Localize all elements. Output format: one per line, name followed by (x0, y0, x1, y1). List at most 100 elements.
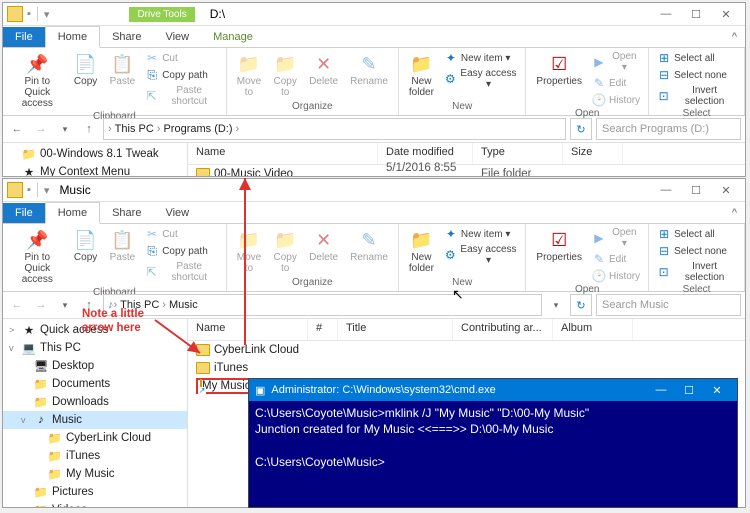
col-name[interactable]: Name (188, 143, 378, 164)
minimize-button[interactable]: — (651, 4, 681, 24)
tab-home[interactable]: Home (45, 26, 100, 48)
copy-button[interactable]: 📄Copy (70, 226, 102, 265)
tree-node[interactable]: >★Quick access (3, 321, 187, 339)
qat-dropdown[interactable]: ▾ (44, 8, 50, 21)
paste-button[interactable]: 📋Paste (106, 50, 140, 89)
nav-tree[interactable]: 📁00-Windows 8.1 Tweak★My Context Menu>💻T… (3, 143, 188, 176)
copy-path-button[interactable]: ⎘Copy path (143, 67, 220, 83)
copy-button[interactable]: 📄Copy (70, 50, 102, 89)
select-none-button[interactable]: ⊟Select none (655, 67, 738, 83)
titlebar[interactable]: ▪ ▾ Drive Tools D:\ — ☐ ✕ (3, 3, 745, 26)
col-size[interactable]: Size (563, 143, 623, 164)
history-button[interactable]: 🕑History (590, 268, 642, 284)
refresh-button[interactable]: ↻ (570, 118, 592, 140)
cmd-titlebar[interactable]: ▣ Administrator: C:\Windows\system32\cmd… (249, 379, 737, 401)
open-button[interactable]: ▶Open ▾ (590, 226, 642, 250)
tree-node[interactable]: 📁Pictures (3, 483, 187, 501)
open-button[interactable]: ▶Open ▾ (590, 50, 642, 74)
breadcrumb-segment[interactable]: This PC (112, 123, 157, 135)
cut-button[interactable]: ✂Cut (143, 226, 220, 242)
tab-home[interactable]: Home (45, 202, 100, 224)
select-none-button[interactable]: ⊟Select none (655, 243, 738, 259)
new-folder-button[interactable]: 📁Newfolder (405, 226, 438, 276)
select-all-button[interactable]: ⊞Select all (655, 50, 738, 66)
minimize-button[interactable]: — (647, 384, 675, 397)
cmd-output[interactable]: C:\Users\Coyote\Music>mklink /J "My Musi… (249, 401, 737, 507)
col-type[interactable]: Type (473, 143, 563, 164)
maximize-button[interactable]: ☐ (681, 180, 711, 200)
new-item-button[interactable]: ✦New item ▾ (442, 50, 520, 66)
select-all-button[interactable]: ⊞Select all (655, 226, 738, 242)
tab-manage[interactable]: Manage (201, 27, 265, 47)
tab-file[interactable]: File (3, 203, 45, 223)
forward-button[interactable]: → (31, 295, 51, 315)
tab-share[interactable]: Share (100, 27, 153, 47)
delete-button[interactable]: ✕Delete (305, 226, 342, 265)
close-button[interactable]: ✕ (711, 180, 741, 200)
file-list[interactable]: Name Date modified Type Size 00-Music Vi… (188, 143, 745, 176)
rename-button[interactable]: ✎Rename (346, 226, 392, 265)
tree-node[interactable]: 🖥Desktop (3, 357, 187, 375)
tree-node[interactable]: 📁00-Windows 8.1 Tweak (3, 145, 187, 163)
invert-selection-button[interactable]: ⊡Invert selection (655, 84, 738, 108)
nav-tree[interactable]: >★Quick accessv💻This PC🖥Desktop📁Document… (3, 319, 188, 507)
copy-path-button[interactable]: ⎘Copy path (143, 243, 220, 259)
copy-to-button[interactable]: 📁Copyto (269, 226, 301, 276)
recent-dropdown[interactable]: ▾ (55, 295, 75, 315)
col-artists[interactable]: Contributing ar... (453, 319, 553, 340)
tree-node[interactable]: v💻This PC (3, 339, 187, 357)
tree-node[interactable]: ★My Context Menu (3, 163, 187, 176)
up-button[interactable]: ↑ (79, 295, 99, 315)
tab-view[interactable]: View (153, 203, 201, 223)
paste-shortcut-button[interactable]: ⇱Paste shortcut (143, 84, 220, 108)
col-num[interactable]: # (308, 319, 338, 340)
ribbon-collapse[interactable]: ^ (724, 27, 745, 47)
properties-button[interactable]: ☑Properties (532, 226, 586, 265)
titlebar[interactable]: ▪ ▾ Music — ☐ ✕ (3, 179, 745, 202)
tree-node[interactable]: 📁CyberLink Cloud (3, 429, 187, 447)
tab-file[interactable]: File (3, 27, 45, 47)
tree-node[interactable]: 📁Downloads (3, 393, 187, 411)
cut-button[interactable]: ✂Cut (143, 50, 220, 66)
move-to-button[interactable]: 📁Moveto (233, 50, 265, 100)
qat-item[interactable]: ▪ (27, 184, 31, 196)
ribbon-collapse[interactable]: ^ (724, 203, 745, 223)
tab-share[interactable]: Share (100, 203, 153, 223)
copy-to-button[interactable]: 📁Copyto (269, 50, 301, 100)
tree-node[interactable]: 📁iTunes (3, 447, 187, 465)
edit-button[interactable]: ✎Edit (590, 75, 642, 91)
close-button[interactable]: ✕ (703, 384, 731, 397)
maximize-button[interactable]: ☐ (675, 384, 703, 397)
col-name[interactable]: Name (188, 319, 308, 340)
qat-dropdown[interactable]: ▾ (44, 184, 50, 197)
qat-item[interactable]: ▪ (27, 8, 31, 20)
col-title[interactable]: Title (338, 319, 453, 340)
file-row[interactable]: CyberLink Cloud (188, 341, 745, 359)
col-album[interactable]: Album (553, 319, 633, 340)
edit-button[interactable]: ✎Edit (590, 251, 642, 267)
back-button[interactable]: ← (7, 295, 27, 315)
address-bar[interactable]: › This PC › Programs (D:) › (103, 118, 566, 140)
history-button[interactable]: 🕑History (590, 92, 642, 108)
list-header[interactable]: Name # Title Contributing ar... Album (188, 319, 745, 341)
new-folder-button[interactable]: 📁Newfolder (405, 50, 438, 100)
tree-node[interactable]: 📁Videos (3, 501, 187, 507)
tree-node[interactable]: 📁My Music (3, 465, 187, 483)
pin-button[interactable]: 📌Pin to Quick access (9, 226, 66, 287)
breadcrumb-segment[interactable]: This PC (117, 299, 162, 311)
invert-selection-button[interactable]: ⊡Invert selection (655, 260, 738, 284)
address-bar[interactable]: ♪ › This PC › Music (103, 294, 542, 316)
paste-shortcut-button[interactable]: ⇱Paste shortcut (143, 260, 220, 284)
tree-node[interactable]: v♪Music (3, 411, 187, 429)
file-row[interactable]: 00-Music Video5/1/2016 8:55 ...File fold… (188, 165, 745, 176)
delete-button[interactable]: ✕Delete (305, 50, 342, 89)
forward-button[interactable]: → (31, 119, 51, 139)
breadcrumb-segment[interactable]: Music (166, 299, 201, 311)
tab-view[interactable]: View (153, 27, 201, 47)
close-button[interactable]: ✕ (711, 4, 741, 24)
paste-button[interactable]: 📋Paste (106, 226, 140, 265)
easy-access-button[interactable]: ⚙Easy access ▾ (442, 243, 520, 267)
rename-button[interactable]: ✎Rename (346, 50, 392, 89)
easy-access-button[interactable]: ⚙Easy access ▾ (442, 67, 520, 91)
recent-dropdown[interactable]: ▾ (55, 119, 75, 139)
